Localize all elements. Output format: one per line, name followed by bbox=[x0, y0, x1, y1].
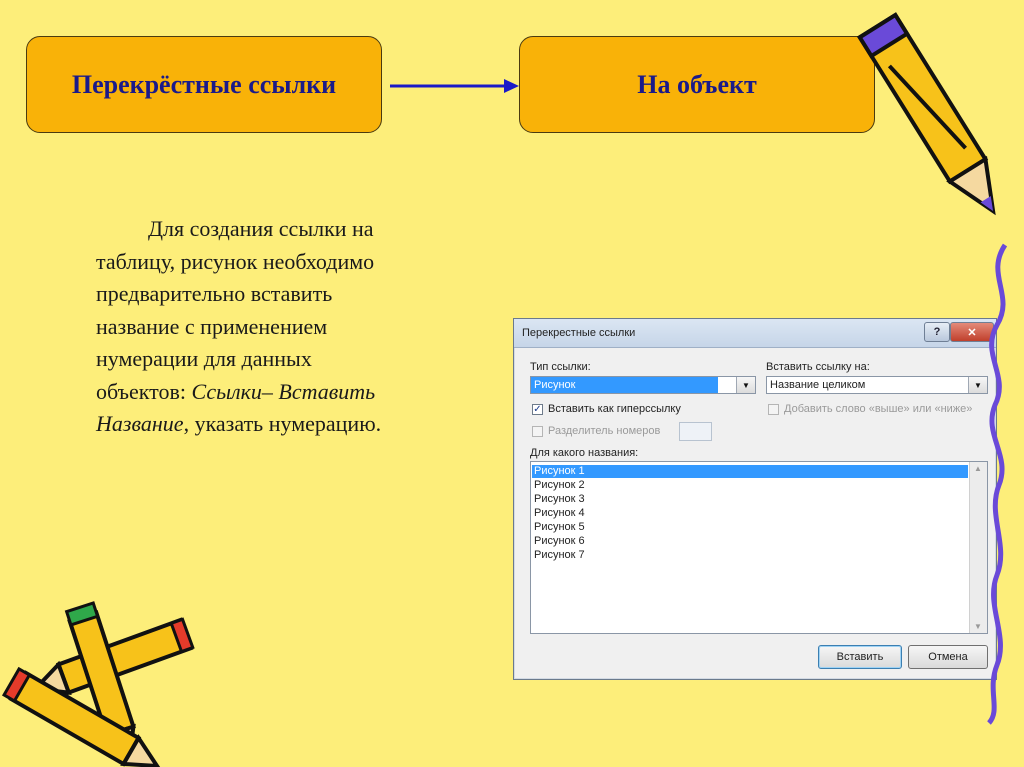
list-item[interactable]: Рисунок 3 bbox=[534, 493, 585, 506]
reference-type-label: Тип ссылки: bbox=[530, 361, 591, 373]
insert-reference-to-select[interactable]: Название целиком ▼ bbox=[766, 376, 988, 394]
insert-reference-to-value: Название целиком bbox=[770, 379, 866, 391]
cross-references-box: Перекрёстные ссылки bbox=[26, 36, 382, 133]
list-item[interactable]: Рисунок 7 bbox=[534, 549, 585, 562]
dialog-title-bar[interactable]: Перекрестные ссылки ? ✕ bbox=[514, 319, 996, 348]
dialog-title: Перекрестные ссылки bbox=[522, 327, 636, 339]
right-arrow-icon bbox=[390, 79, 519, 93]
insert-button[interactable]: Вставить bbox=[818, 645, 902, 669]
for-which-caption-label: Для какого названия: bbox=[530, 447, 639, 459]
list-item[interactable]: Рисунок 4 bbox=[534, 507, 585, 520]
help-button[interactable]: ? bbox=[924, 322, 950, 342]
list-item[interactable]: Рисунок 2 bbox=[534, 479, 585, 492]
para-line-4: название с применением bbox=[96, 313, 328, 339]
to-object-box: На объект bbox=[519, 36, 875, 133]
para-line-7-italic: Название bbox=[96, 411, 184, 436]
instruction-paragraph: Для создания ссылки на таблицу, рисунок … bbox=[96, 213, 486, 441]
para-line-7-end: , указать нумерацию. bbox=[183, 411, 382, 436]
chevron-down-icon[interactable]: ▼ bbox=[736, 377, 755, 393]
separator-input[interactable] bbox=[679, 422, 712, 441]
reference-type-value: Рисунок bbox=[531, 377, 718, 393]
para-line-1: Для создания ссылки на bbox=[148, 216, 374, 241]
cross-reference-dialog: Перекрестные ссылки ? ✕ Тип ссылки: Рису… bbox=[513, 318, 997, 680]
above-below-label: Добавить слово «выше» или «ниже» bbox=[784, 403, 973, 415]
hyperlink-label: Вставить как гиперссылку bbox=[548, 403, 681, 415]
hyperlink-checkbox[interactable]: ✓ bbox=[532, 404, 543, 415]
list-selection bbox=[532, 465, 968, 478]
list-item[interactable]: Рисунок 5 bbox=[534, 521, 585, 534]
cross-references-label: Перекрёстные ссылки bbox=[71, 69, 337, 99]
caption-list[interactable]: Рисунок 1 Рисунок 2 Рисунок 3 Рисунок 4 … bbox=[530, 461, 988, 634]
list-item[interactable]: Рисунок 1 bbox=[534, 465, 585, 478]
para-line-6-italic: Ссылки– Вставить bbox=[191, 378, 376, 404]
cancel-button-label: Отмена bbox=[928, 651, 968, 663]
para-line-6-start: объектов: bbox=[96, 378, 192, 404]
squiggle-line-icon bbox=[986, 243, 1008, 725]
separator-label: Разделитель номеров bbox=[548, 425, 661, 437]
para-line-2: таблицу, рисунок необходимо bbox=[96, 248, 375, 274]
list-item[interactable]: Рисунок 6 bbox=[534, 535, 585, 548]
para-line-3: предварительно вставить bbox=[96, 281, 333, 306]
reference-type-select[interactable]: Рисунок ▼ bbox=[530, 376, 756, 394]
insert-reference-to-label: Вставить ссылку на: bbox=[766, 361, 870, 373]
above-below-checkbox[interactable] bbox=[768, 404, 779, 415]
para-line-5: нумерации для данных bbox=[96, 346, 312, 371]
insert-button-label: Вставить bbox=[836, 651, 884, 663]
pencil-icon bbox=[856, 12, 996, 216]
crossed-pencils-icon bbox=[1, 601, 195, 767]
separator-checkbox[interactable] bbox=[532, 426, 543, 437]
help-icon: ? bbox=[933, 326, 941, 338]
to-object-label: На объект bbox=[637, 69, 757, 99]
